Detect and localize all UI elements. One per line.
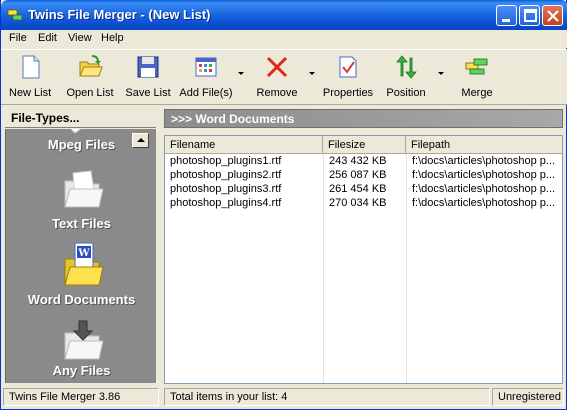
save-list-button[interactable]: Save List [124, 54, 172, 99]
file-types-panel: Mpeg Files Text Files W Word Documents A… [5, 129, 156, 383]
cell-filepath: f:\docs\articles\photoshop p... [412, 155, 556, 167]
list-section-header: >>> Word Documents [164, 109, 563, 128]
minimize-icon [502, 19, 510, 22]
remove-label: Remove [256, 87, 298, 99]
title-bar[interactable]: Twins File Merger - (New List) [1, 0, 567, 30]
cell-filename: photoshop_plugins4.rtf [170, 197, 282, 209]
add-files-dropdown-arrow[interactable] [238, 72, 244, 75]
column-header-filesize[interactable]: Filesize [323, 136, 406, 154]
position-label: Position [386, 87, 426, 99]
remove-x-icon [266, 56, 288, 78]
cell-filesize: 256 087 KB [329, 169, 387, 181]
app-icon [7, 9, 23, 21]
cell-filename: photoshop_plugins1.rtf [170, 155, 282, 167]
merge-label: Merge [461, 87, 493, 99]
remove-dropdown-arrow[interactable] [309, 72, 315, 75]
position-button[interactable]: Position [384, 54, 428, 99]
cell-filepath: f:\docs\articles\photoshop p... [412, 197, 556, 209]
menu-file[interactable]: File [9, 32, 27, 44]
cell-filename: photoshop_plugins3.rtf [170, 183, 282, 195]
file-list-view[interactable]: Filename Filesize Filepath photoshop_plu… [164, 135, 563, 384]
position-dropdown-arrow[interactable] [438, 72, 444, 75]
table-row[interactable]: photoshop_plugins3.rtf 261 454 KB f:\doc… [165, 183, 562, 197]
maximize-icon [524, 9, 537, 22]
save-disk-icon [137, 56, 159, 78]
new-list-button[interactable]: New List [9, 54, 51, 99]
maximize-button[interactable] [519, 5, 540, 26]
merge-button[interactable]: Merge [457, 54, 497, 99]
menu-bar: File Edit View Help [1, 30, 567, 48]
file-types-header: File-Types... [5, 110, 156, 128]
cell-filesize: 261 454 KB [329, 183, 387, 195]
text-files-folder-icon [64, 170, 104, 208]
properties-button[interactable]: Properties [321, 54, 375, 99]
status-total-items: Total items in your list: 4 [164, 388, 490, 406]
properties-label: Properties [322, 87, 374, 99]
table-row[interactable]: photoshop_plugins1.rtf 243 432 KB f:\doc… [165, 155, 562, 169]
table-row[interactable]: photoshop_plugins2.rtf 256 087 KB f:\doc… [165, 169, 562, 183]
any-files-folder-icon [64, 320, 104, 360]
add-files-grid-icon [195, 57, 217, 77]
left-panel-scroll-up-button[interactable] [132, 133, 149, 148]
status-version: Twins File Merger 3.86 [3, 388, 159, 406]
app-window: Twins File Merger - (New List) File Edit… [0, 0, 567, 410]
minimize-button[interactable] [496, 5, 517, 26]
open-folder-icon [79, 55, 103, 77]
merge-icon [465, 58, 488, 75]
toolbar: New List Open List Save List Add File(s)… [1, 49, 567, 105]
word-documents-folder-icon: W [64, 242, 104, 286]
close-icon [547, 10, 559, 22]
status-registration: Unregistered [492, 388, 564, 406]
window-title: Twins File Merger - (New List) [28, 7, 211, 22]
open-list-button[interactable]: Open List [66, 54, 114, 99]
svg-text:W: W [77, 248, 90, 259]
category-text-files[interactable]: Text Files [6, 216, 156, 231]
cell-filename: photoshop_plugins2.rtf [170, 169, 282, 181]
add-files-label: Add File(s) [179, 87, 233, 99]
position-arrows-icon [396, 55, 417, 79]
cell-filepath: f:\docs\articles\photoshop p... [412, 183, 556, 195]
table-row[interactable]: photoshop_plugins4.rtf 270 034 KB f:\doc… [165, 197, 562, 211]
column-header-filename[interactable]: Filename [165, 136, 323, 154]
category-word-documents[interactable]: Word Documents [6, 292, 156, 307]
menu-help[interactable]: Help [101, 32, 124, 44]
cell-filesize: 243 432 KB [329, 155, 387, 167]
save-list-label: Save List [125, 87, 171, 99]
open-list-label: Open List [66, 87, 114, 99]
properties-check-icon [339, 56, 357, 78]
cell-filepath: f:\docs\articles\photoshop p... [412, 169, 556, 181]
mpeg-files-icon [70, 129, 82, 134]
new-list-label: New List [9, 87, 52, 99]
category-any-files[interactable]: Any Files [6, 363, 156, 378]
menu-view[interactable]: View [68, 32, 92, 44]
menu-edit[interactable]: Edit [38, 32, 57, 44]
cell-filesize: 270 034 KB [329, 197, 387, 209]
close-button[interactable] [542, 5, 563, 26]
new-document-icon [22, 55, 40, 79]
remove-button[interactable]: Remove [255, 54, 299, 99]
column-header-filepath[interactable]: Filepath [406, 136, 562, 154]
add-files-button[interactable]: Add File(s) [179, 54, 233, 99]
